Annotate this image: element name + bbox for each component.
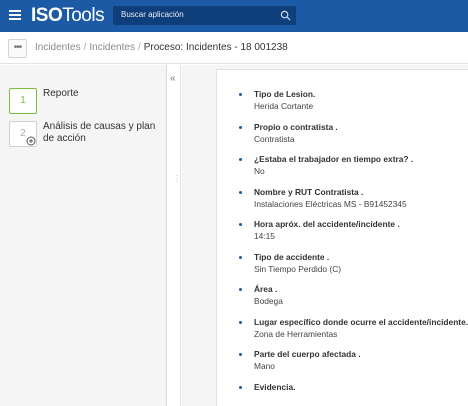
step-number[interactable]: 1 — [9, 88, 37, 114]
field-tipo-accidente: Tipo de accidente . Sin Tiempo Perdido (C… — [217, 252, 468, 285]
field-label: Hora apróx. del accidente/incidente . — [254, 219, 400, 229]
bullet-icon — [239, 385, 242, 389]
field-value: Zona de Herramientas — [254, 328, 338, 339]
isotools-logo[interactable]: ISOTools — [31, 5, 105, 27]
field-label: Nombre y RUT Contratista . — [254, 186, 364, 197]
field-label: Tipo de accidente . — [254, 251, 330, 262]
panel-splitter[interactable]: « ⋮ — [168, 65, 181, 406]
field-list: Tipo de Lesion. Herida Cortante Propio o … — [217, 89, 468, 406]
search-input[interactable]: Buscar aplicación — [113, 6, 296, 25]
plus-circle-icon[interactable] — [26, 136, 36, 146]
field-label: Parte del cuerpo afectada . — [254, 349, 361, 359]
step-label[interactable]: Análisis de causas y plan de acción — [43, 121, 159, 145]
field-label: Lugar específico donde ocurre el acciden… — [254, 316, 468, 327]
steps-panel: 1 Reporte 2 Análisis de causas y plan de… — [0, 65, 167, 406]
bullet-icon — [239, 353, 242, 356]
field-nombre-rut: Nombre y RUT Contratista . Instalaciones … — [217, 187, 468, 220]
main-content: Tipo de Lesion. Herida Cortante Propio o … — [182, 65, 468, 406]
field-hora: Hora apróx. del accidente/incidente . 14:… — [217, 219, 468, 252]
drag-grip-icon[interactable]: ⋮ — [173, 175, 181, 183]
field-tipo-lesion: Tipo de Lesion. Herida Cortante — [217, 89, 468, 122]
breadcrumb-item-incidentes[interactable]: Incidentes — [35, 42, 81, 53]
collapse-icon[interactable]: « — [170, 74, 176, 84]
more-options-button[interactable]: ••• — [8, 39, 27, 58]
top-bar: ISOTools Buscar aplicación — [0, 0, 468, 32]
field-parte-cuerpo: Parte del cuerpo afectada . Mano — [217, 349, 468, 382]
step-label[interactable]: Reporte — [43, 88, 159, 100]
field-lugar: Lugar específico donde ocurre el acciden… — [217, 317, 468, 350]
field-value: 14:15 — [254, 231, 275, 241]
search-placeholder: Buscar aplicación — [121, 10, 184, 19]
bullet-icon — [239, 288, 242, 291]
breadcrumb-current: Proceso: Incidentes - 18 001238 — [143, 42, 288, 53]
bullet-icon — [239, 93, 242, 96]
field-label: ¿Estaba el trabajador en tiempo extra? . — [254, 154, 414, 164]
field-tiempo-extra: ¿Estaba el trabajador en tiempo extra? .… — [217, 154, 468, 187]
bullet-icon — [239, 223, 242, 226]
field-label: Evidencia. — [254, 381, 296, 392]
logo-iso-text: ISO — [31, 5, 63, 26]
breadcrumb-bar: ••• Incidentes / Incidentes / Proceso: Incid… — [0, 32, 468, 64]
field-label: Tipo de Lesion. — [254, 89, 316, 99]
incident-details-card: Tipo de Lesion. Herida Cortante Propio o … — [216, 69, 468, 406]
field-value: Instalaciones Eléctricas MS - B91452345 — [254, 198, 407, 209]
bullet-icon — [239, 190, 242, 194]
field-value: Bodega — [254, 296, 283, 306]
breadcrumb: Incidentes / Incidentes / Proceso: Incidente… — [35, 42, 288, 53]
breadcrumb-item-incidentes-2[interactable]: Incidentes — [89, 42, 135, 53]
logo-tools-text: Tools — [62, 5, 105, 26]
field-value: Contratista — [254, 133, 295, 144]
field-propio-contratista: Propio o contratista . Contratista — [217, 122, 468, 155]
bullet-icon — [239, 320, 242, 324]
search-icon[interactable] — [280, 10, 291, 21]
field-value: Sin Tiempo Perdido (C) — [254, 263, 342, 274]
bullet-icon — [239, 158, 242, 161]
field-value: Herida Cortante — [254, 101, 314, 111]
field-value: Mano — [254, 361, 275, 371]
hamburger-icon[interactable] — [9, 10, 21, 20]
bullet-icon — [239, 255, 242, 259]
field-evidencia: Evidencia. — [217, 382, 468, 406]
field-label: Área . — [254, 284, 278, 294]
field-label: Propio o contratista . — [254, 121, 338, 132]
field-area: Área . Bodega — [217, 284, 468, 317]
bullet-icon — [239, 125, 242, 129]
field-value: No — [254, 166, 265, 176]
